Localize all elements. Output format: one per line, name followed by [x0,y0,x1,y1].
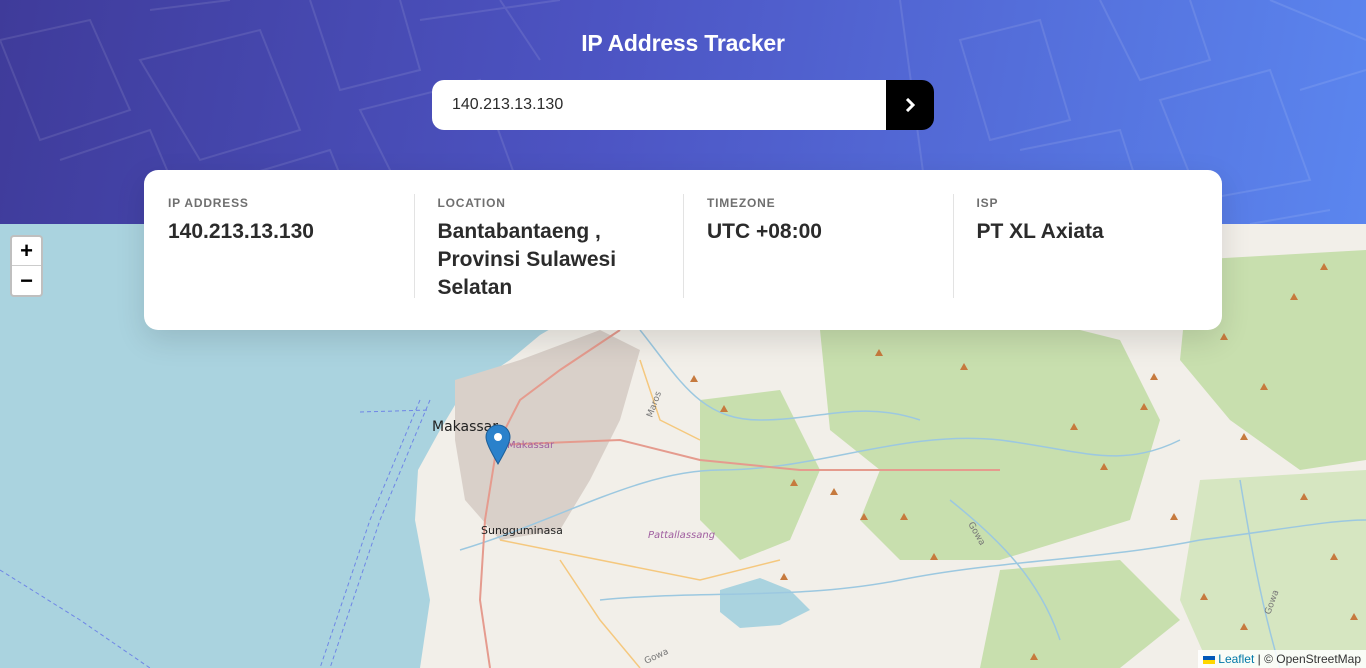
stat-timezone: TIMEZONE UTC +08:00 [683,194,953,298]
zoom-control: + − [10,235,43,297]
stat-label: ISP [976,196,999,210]
stat-value: PT XL Axiata [976,220,1104,243]
stat-isp: ISP PT XL Axiata [952,194,1223,298]
leaflet-link[interactable]: Leaflet [1218,652,1254,666]
page-title: IP Address Tracker [581,30,785,56]
ukraine-flag-icon [1202,655,1215,664]
stat-label: LOCATION [437,196,506,210]
stat-ip-address: IP ADDRESS 140.213.13.130 [144,194,414,298]
map-label-sungguminasa: Sungguminasa [481,524,563,537]
stat-value: Bantabantaeng , Provinsi Sulawesi Selata… [437,220,617,299]
stat-value: UTC +08:00 [707,220,822,243]
map-attribution: Leaflet | © OpenStreetMap [1197,650,1366,668]
osm-credit: OpenStreetMap [1276,652,1361,666]
ip-info-card: IP ADDRESS 140.213.13.130 LOCATION Banta… [144,170,1222,330]
attribution-separator: | © [1254,652,1277,666]
zoom-out-button[interactable]: − [12,266,41,295]
map-label-pattallassang: Pattallassang [648,530,715,541]
ip-search-input[interactable] [432,80,886,130]
search-submit-button[interactable] [886,80,934,130]
stat-location: LOCATION Bantabantaeng , Provinsi Sulawe… [413,194,684,299]
chevron-right-icon [905,98,915,112]
zoom-in-button[interactable]: + [12,237,41,266]
stat-value: 140.213.13.130 [168,220,314,243]
stat-label: IP ADDRESS [168,196,249,210]
ip-search-form [432,80,934,130]
map-label-makassar-district: Makassar [507,440,555,451]
stat-label: TIMEZONE [707,196,776,210]
